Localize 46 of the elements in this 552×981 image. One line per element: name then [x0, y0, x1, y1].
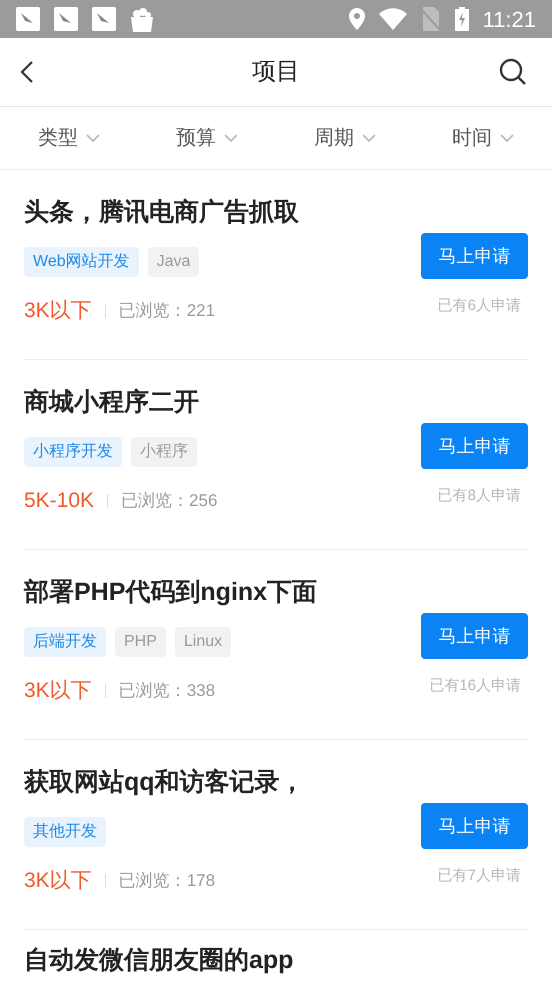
apply-button[interactable]: 马上申请 [421, 233, 528, 279]
budget: 5K-10K [24, 488, 94, 514]
wifi-icon [378, 8, 407, 30]
project-title[interactable]: 商城小程序二开 [24, 386, 421, 418]
no-sim-icon [420, 7, 441, 31]
chevron-down-icon [500, 134, 514, 142]
battery-icon [454, 7, 469, 31]
apply-button[interactable]: 马上申请 [421, 423, 528, 469]
tag: 后端开发 [24, 627, 106, 657]
back-icon[interactable] [20, 60, 34, 84]
chevron-down-icon [224, 134, 238, 142]
filter-dropdown[interactable]: 预算 [138, 107, 276, 169]
bag-icon [130, 6, 154, 32]
apply-button[interactable]: 马上申请 [421, 613, 528, 659]
apply-button[interactable]: 马上申请 [421, 803, 528, 849]
tag: PHP [115, 627, 166, 657]
filter-dropdown[interactable]: 类型 [0, 107, 138, 169]
search-icon[interactable] [498, 57, 528, 87]
tag: 其他开发 [24, 817, 106, 847]
project-title[interactable]: 部署PHP代码到nginx下面 [24, 576, 421, 608]
location-icon [348, 8, 365, 30]
view-count: 已浏览：338 [118, 680, 216, 702]
tag: Linux [174, 627, 232, 657]
page-title: 项目 [252, 57, 300, 87]
tag: Web网站开发 [24, 247, 139, 277]
applicant-count: 已有8人申请 [438, 486, 521, 506]
project-title[interactable]: 头条，腾讯电商广告抓取 [24, 196, 421, 228]
tag: Java [148, 247, 200, 277]
view-count: 已浏览：178 [118, 870, 216, 892]
tag: 小程序 [131, 437, 197, 467]
chevron-down-icon [86, 134, 100, 142]
project-title[interactable]: 自动发微信朋友圈的app [24, 944, 528, 976]
filter-dropdown[interactable]: 时间 [414, 107, 552, 169]
view-count: 已浏览：256 [121, 490, 218, 512]
budget: 3K以下 [24, 678, 92, 704]
project-title[interactable]: 获取网站qq和访客记录， [24, 766, 421, 798]
budget: 3K以下 [24, 868, 92, 894]
status-time: 11:21 [482, 6, 536, 34]
applicant-count: 已有7人申请 [438, 866, 521, 886]
applicant-count: 已有16人申请 [429, 676, 521, 696]
view-count: 已浏览：221 [118, 300, 216, 322]
tag: 小程序开发 [24, 437, 122, 467]
budget: 3K以下 [24, 298, 92, 324]
filter-dropdown[interactable]: 周期 [276, 107, 414, 169]
applicant-count: 已有6人申请 [438, 296, 521, 316]
chevron-down-icon [362, 134, 376, 142]
